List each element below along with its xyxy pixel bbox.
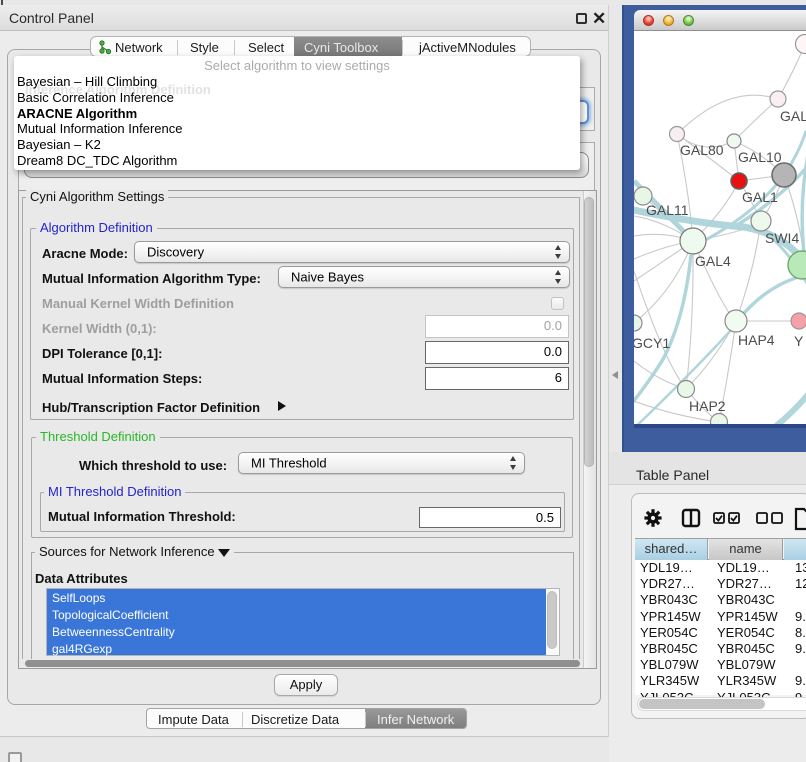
svg-text:SWI4: SWI4 bbox=[765, 230, 799, 246]
svg-text:GAL4: GAL4 bbox=[695, 253, 731, 269]
svg-text:HAP4: HAP4 bbox=[738, 332, 775, 348]
svg-text:HAP2: HAP2 bbox=[689, 398, 726, 414]
svg-text:GAL: GAL bbox=[780, 108, 806, 124]
svg-text:GAL80: GAL80 bbox=[680, 142, 724, 158]
svg-text:GAL10: GAL10 bbox=[738, 149, 782, 165]
svg-text:Y: Y bbox=[794, 333, 804, 349]
svg-text:GAL1: GAL1 bbox=[742, 189, 778, 205]
svg-text:GCY1: GCY1 bbox=[634, 335, 670, 351]
svg-text:GAL11: GAL11 bbox=[646, 202, 689, 218]
